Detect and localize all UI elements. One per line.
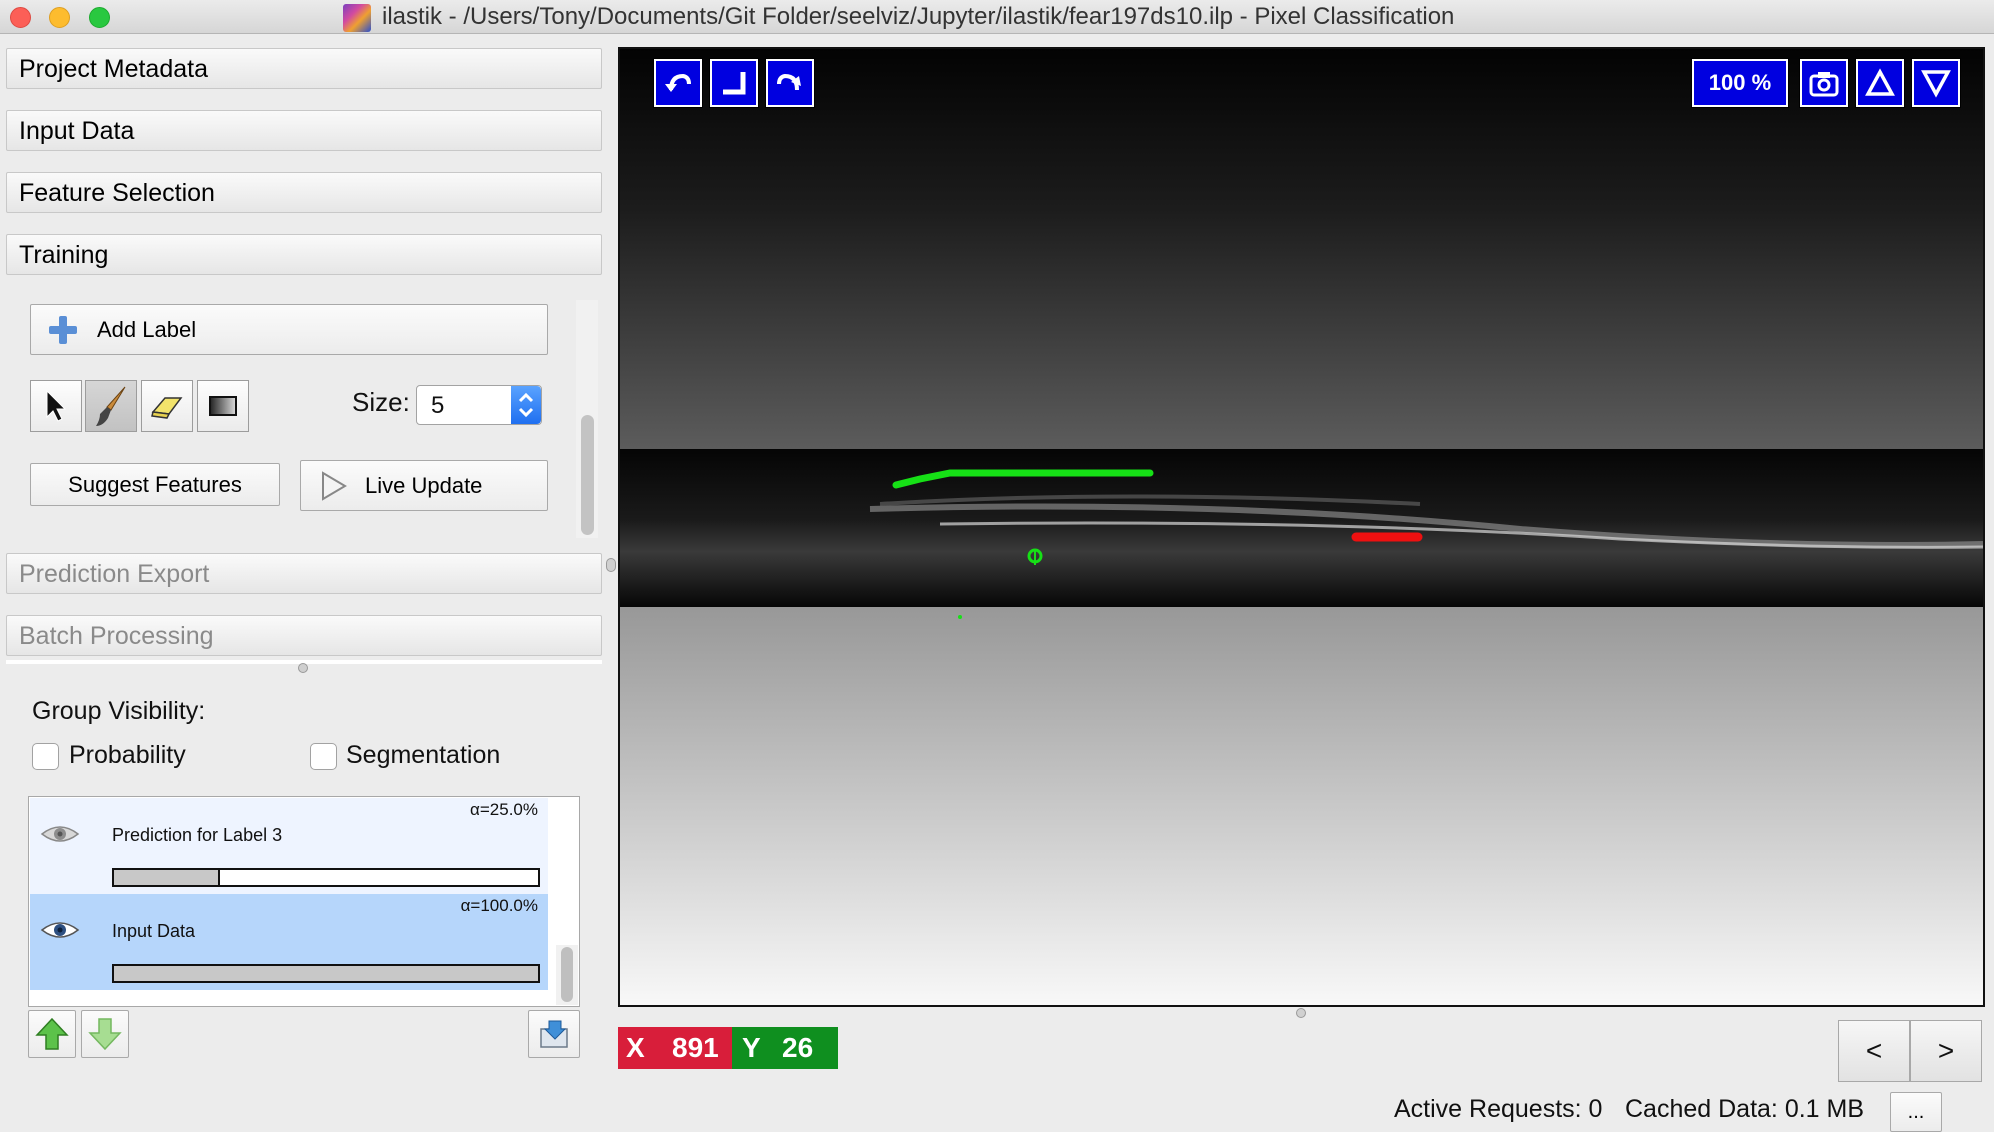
layer-opacity-label: α=100.0% [460, 896, 538, 915]
brush-size-value: 5 [431, 392, 445, 419]
applet-input-data[interactable]: Input Data [6, 110, 602, 151]
applet-feature-selection[interactable]: Feature Selection [6, 172, 602, 213]
applet-prediction-export[interactable]: Prediction Export [6, 553, 602, 594]
rotate-left-button[interactable] [653, 58, 703, 108]
zoom-level-button[interactable]: 100 % [1691, 58, 1789, 108]
move-layer-up-button[interactable] [28, 1010, 76, 1058]
move-layer-down-button[interactable] [81, 1010, 129, 1058]
layer-list-scrollbar-thumb[interactable] [561, 947, 573, 1002]
segmentation-checkbox[interactable] [310, 743, 337, 770]
applet-project-metadata[interactable]: Project Metadata [6, 48, 602, 89]
minimize-window-button[interactable] [49, 7, 70, 28]
rotate-left-icon [665, 73, 691, 92]
layer-name: Prediction for Label 3 [112, 825, 283, 845]
rotate-right-button[interactable] [765, 58, 815, 108]
add-label-text: Add Label [97, 316, 197, 342]
probability-label: Probability [69, 741, 186, 769]
arrow-up-icon [35, 1017, 69, 1050]
vertical-splitter-handle[interactable] [606, 558, 616, 572]
layer-list: Prediction for Label 3 α=25.0% Input Dat… [28, 796, 580, 1007]
pointer-tool-button[interactable] [30, 380, 82, 432]
threshold-tool-button[interactable] [197, 380, 249, 432]
eraser-tool-button[interactable] [141, 380, 193, 432]
live-update-text: Live Update [365, 472, 483, 498]
probability-checkbox[interactable] [32, 743, 59, 770]
export-layer-button[interactable] [528, 1010, 580, 1058]
next-button[interactable]: > [1910, 1020, 1982, 1082]
active-requests-status: Active Requests: 0 [1394, 1095, 1603, 1123]
brush-size-label: Size: [352, 387, 410, 417]
rotate-right-icon [777, 73, 801, 91]
live-update-button[interactable]: Live Update [300, 460, 548, 511]
previous-button[interactable]: < [1838, 1020, 1910, 1082]
stepper-arrows-icon[interactable] [511, 386, 541, 424]
image-viewer[interactable]: 100 % [618, 47, 1985, 1007]
layer-row-prediction[interactable]: Prediction for Label 3 α=25.0% [30, 798, 548, 894]
applet-batch-processing[interactable]: Batch Processing [6, 615, 602, 656]
eraser-icon [151, 397, 183, 419]
training-scrollbar-thumb[interactable] [581, 415, 594, 535]
play-icon [322, 470, 347, 501]
export-icon [540, 1020, 568, 1048]
close-window-button[interactable] [10, 7, 31, 28]
x-axis-label: X [626, 1032, 645, 1063]
brush-tool-button[interactable] [85, 380, 137, 432]
viewer-splitter-handle[interactable] [1296, 1008, 1306, 1018]
plus-icon [49, 315, 77, 344]
opacity-fill [114, 966, 538, 981]
gradient-rectangle-icon [209, 396, 237, 416]
zoom-window-button[interactable] [89, 7, 110, 28]
more-status-button[interactable]: ... [1890, 1092, 1942, 1132]
x-coordinate-value: 891 [672, 1032, 719, 1063]
brush-size-spinbox[interactable]: 5 [416, 385, 542, 425]
slice-up-button[interactable] [1855, 58, 1905, 108]
image-canvas[interactable] [620, 49, 1983, 1005]
horizontal-splitter-handle[interactable] [298, 663, 308, 673]
group-visibility-title: Group Visibility: [32, 697, 206, 725]
suggest-features-button[interactable]: Suggest Features [30, 463, 280, 506]
applet-training[interactable]: Training [6, 234, 602, 275]
layer-opacity-slider[interactable] [112, 964, 540, 983]
triangle-up-icon [1865, 68, 1895, 96]
axes-corner-icon [723, 72, 746, 95]
window-title-bar: ilastik - /Users/Tony/Documents/Git Fold… [0, 0, 1994, 34]
cached-data-status: Cached Data: 0.1 MB [1625, 1095, 1865, 1123]
layer-opacity-slider[interactable] [112, 868, 540, 887]
triangle-down-icon [1921, 70, 1951, 98]
eye-icon[interactable] [40, 918, 80, 942]
arrow-pointer-icon [46, 389, 67, 422]
layer-opacity-label: α=25.0% [470, 800, 538, 819]
suggest-features-text: Suggest Features [68, 471, 242, 497]
segmentation-label: Segmentation [346, 741, 501, 769]
arrow-down-icon [88, 1018, 122, 1051]
screenshot-button[interactable] [1799, 58, 1849, 108]
layer-list-scrollbar[interactable] [556, 945, 578, 1005]
opacity-fill [114, 870, 220, 885]
y-axis-label: Y [742, 1032, 761, 1063]
swap-axes-button[interactable] [709, 58, 759, 108]
camera-icon [1809, 72, 1839, 97]
x-coordinate-box: X 891 [618, 1027, 732, 1069]
y-coordinate-box: Y 26 [732, 1027, 838, 1069]
add-label-button[interactable]: Add Label [30, 304, 548, 355]
ilastik-app-icon [343, 4, 371, 32]
y-coordinate-value: 26 [782, 1032, 814, 1063]
layer-row-input-data[interactable]: Input Data α=100.0% [30, 894, 548, 990]
window-title: ilastik - /Users/Tony/Documents/Git Fold… [382, 3, 1455, 30]
slice-down-button[interactable] [1911, 58, 1961, 108]
eye-icon[interactable] [40, 822, 80, 846]
layer-name: Input Data [112, 921, 196, 941]
paintbrush-icon [96, 386, 126, 426]
